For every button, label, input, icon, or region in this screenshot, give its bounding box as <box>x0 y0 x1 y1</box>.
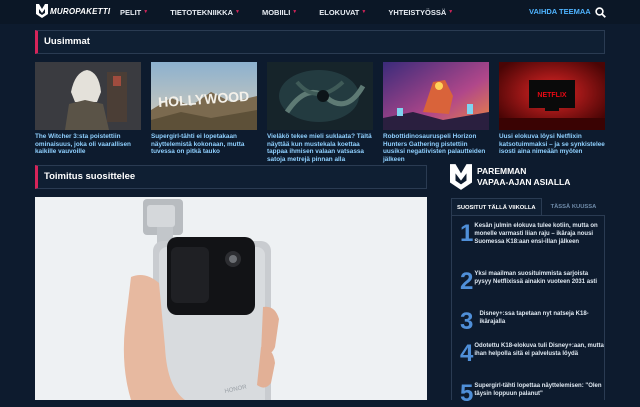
nav-label: YHTEISTYÖSSÄ <box>388 7 447 17</box>
nav-item-yhteistyossa[interactable]: YHTEISTYÖSSÄ ▼ <box>388 8 453 17</box>
article-card[interactable]: Vieläkö tekee mieli suklaata? Tältä näyt… <box>267 62 373 163</box>
article-card[interactable]: HOLLYWOOD Supergirl-tähti ei lopetakaan … <box>151 62 257 163</box>
sidebar-title: PAREMMAN VAPAA-AJAN ASIALLA <box>477 166 570 187</box>
list-item[interactable]: 5 Supergirl-tähti lopettaa näyttelemisen… <box>460 382 604 406</box>
theme-toggle-button[interactable]: VAIHDA TEEMAA <box>529 7 591 16</box>
nav-item-pelit[interactable]: PELIT ▼ <box>120 8 148 17</box>
site-logo[interactable]: MUROPAKETTI <box>36 4 110 18</box>
list-item[interactable]: 1 Kesän julmin elokuva tulee kotiin, mut… <box>460 222 604 247</box>
caret-down-icon: ▼ <box>292 9 298 15</box>
list-item-title: Odotettu K18-elokuva tuli Disney+:aan, m… <box>474 343 604 358</box>
list-item[interactable]: 3 Disney+:ssa tapetaan nyt natseja K18-i… <box>460 310 604 334</box>
article-thumbnail: HOLLYWOOD <box>151 62 257 130</box>
muropaketti-m-icon <box>36 4 48 18</box>
article-thumbnail <box>35 62 141 130</box>
rank-number: 3 <box>460 308 474 335</box>
caret-down-icon: ▼ <box>361 9 367 15</box>
caret-down-icon: ▼ <box>448 9 454 15</box>
popular-tabs: SUOSITUT TÄLLÄ VIIKOLLA TÄSSÄ KUUSSA <box>451 198 605 216</box>
article-card[interactable]: The Witcher 3:sta poistettiin ominaisuus… <box>35 62 141 163</box>
article-thumbnail: NETFLIX <box>499 62 605 130</box>
list-item[interactable]: 2 Yksi maailman suosituimmista sarjoista… <box>460 270 604 294</box>
rank-number: 1 <box>460 220 474 247</box>
sidebar-title-line: PAREMMAN <box>477 166 527 176</box>
tab-this-week[interactable]: SUOSITUT TÄLLÄ VIIKOLLA <box>451 198 542 215</box>
nav-item-mobiili[interactable]: MOBIILI ▼ <box>262 8 297 17</box>
list-item-title: Disney+:ssa tapetaan nyt natseja K18-ikä… <box>479 311 589 326</box>
featured-article-image[interactable]: HONOR <box>35 197 427 400</box>
article-card[interactable]: Robottidinosauruspeli Horizon Hunters Ga… <box>383 62 489 163</box>
article-thumbnail <box>383 62 489 130</box>
list-item-title: Supergirl-tähti lopettaa näyttelemisen: … <box>474 383 602 398</box>
article-card[interactable]: NETFLIX Uusi elokuva löysi Netflixin kat… <box>499 62 605 163</box>
list-item[interactable]: 4 Odotettu K18-elokuva tuli Disney+:aan,… <box>460 342 604 366</box>
muropaketti-m-icon <box>450 164 472 190</box>
caret-down-icon: ▼ <box>143 9 149 15</box>
nav-item-tietotekniikka[interactable]: TIETOTEKNIIKKA ▼ <box>170 8 240 17</box>
article-title: Robottidinosauruspeli Horizon Hunters Ga… <box>383 133 486 163</box>
logo-text: MUROPAKETTI <box>50 6 111 16</box>
article-title: The Witcher 3:sta poistettiin ominaisuus… <box>35 133 131 156</box>
nav-item-elokuvat[interactable]: ELOKUVAT ▼ <box>319 8 366 17</box>
sidebar-title-line: VAPAA-AJAN ASIALLA <box>477 176 571 187</box>
latest-articles: The Witcher 3:sta poistettiin ominaisuus… <box>35 62 605 163</box>
article-title: Supergirl-tähti ei lopetakaan näyttelemi… <box>151 133 245 156</box>
popular-list: 1 Kesän julmin elokuva tulee kotiin, mut… <box>451 216 605 406</box>
phone-photo: HONOR <box>35 197 427 400</box>
svg-text:NETFLIX: NETFLIX <box>537 92 566 99</box>
rank-number: 2 <box>460 268 474 295</box>
article-thumbnail <box>267 62 373 130</box>
nav-label: ELOKUVAT <box>319 7 360 17</box>
nav-label: MOBIILI <box>261 7 291 17</box>
nav-label: PELIT <box>120 7 142 17</box>
featured-section-heading: Toimitus suosittelee <box>35 165 427 189</box>
rank-number: 5 <box>460 380 474 407</box>
search-icon[interactable] <box>595 7 606 18</box>
top-navigation-bar: MUROPAKETTI PELIT ▼ TIETOTEKNIIKKA ▼ MOBII… <box>0 0 640 24</box>
article-title: Vieläkö tekee mieli suklaata? Tältä näyt… <box>267 133 372 163</box>
tab-this-month[interactable]: TÄSSÄ KUUSSA <box>546 198 602 215</box>
main-nav: PELIT ▼ TIETOTEKNIIKKA ▼ MOBIILI ▼ ELOKUVAT… <box>120 0 475 24</box>
rank-number: 4 <box>460 340 474 367</box>
caret-down-icon: ▼ <box>235 9 240 15</box>
nav-label: TIETOTEKNIIKKA <box>170 7 233 17</box>
list-item-title: Kesän julmin elokuva tulee kotiin, mutta… <box>474 223 598 246</box>
latest-section-heading: Uusimmat <box>35 30 605 54</box>
article-title: Uusi elokuva löysi Netflixin katsotuimma… <box>499 133 605 156</box>
list-item-title: Yksi maailman suosituimmista sarjoista p… <box>474 271 598 286</box>
